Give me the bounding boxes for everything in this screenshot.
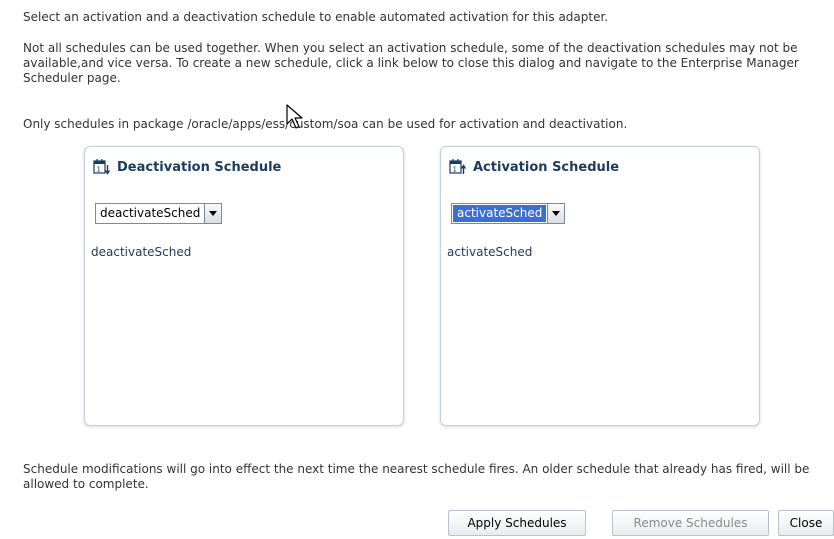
calendar-up-icon: 1 [449, 159, 467, 174]
schedule-dialog: Select an activation and a deactivation … [0, 0, 834, 539]
deactivation-panel-title: Deactivation Schedule [117, 159, 282, 175]
activation-selected-value: activateSched [453, 205, 547, 222]
activation-schedule-link[interactable]: activateSched [447, 245, 532, 259]
calendar-down-icon: 1 [93, 159, 111, 175]
close-button[interactable]: Close [778, 510, 834, 536]
chevron-down-icon[interactable] [547, 204, 565, 223]
svg-text:1: 1 [453, 166, 457, 174]
activation-panel-header: 1 Activation Schedule [449, 157, 619, 177]
deactivation-selected-value: deactivateSched [100, 206, 201, 220]
deactivation-schedule-select[interactable]: deactivateSched [95, 203, 223, 224]
remove-schedules-button[interactable]: Remove Schedules [612, 510, 769, 536]
deactivation-schedule-link[interactable]: deactivateSched [91, 245, 191, 259]
activation-schedule-select[interactable]: activateSched [451, 203, 566, 224]
deactivation-panel-header: 1 Deactivation Schedule [93, 157, 281, 177]
activation-panel-title: Activation Schedule [473, 159, 620, 175]
deactivation-schedule-panel: 1 Deactivation Schedule deactivateSched … [84, 146, 404, 426]
svg-text:1: 1 [97, 166, 101, 174]
package-note: Only schedules in package /oracle/apps/e… [23, 117, 628, 131]
apply-schedules-button[interactable]: Apply Schedules [448, 510, 586, 536]
chevron-down-icon[interactable] [204, 204, 222, 223]
activation-schedule-panel: 1 Activation Schedule activateSched acti… [440, 146, 760, 426]
intro-text: Select an activation and a deactivation … [23, 10, 609, 24]
footer-note: Schedule modifications will go into effe… [23, 462, 810, 491]
mouse-cursor-icon [286, 104, 303, 129]
compatibility-note: Not all schedules can be used together. … [23, 41, 799, 85]
